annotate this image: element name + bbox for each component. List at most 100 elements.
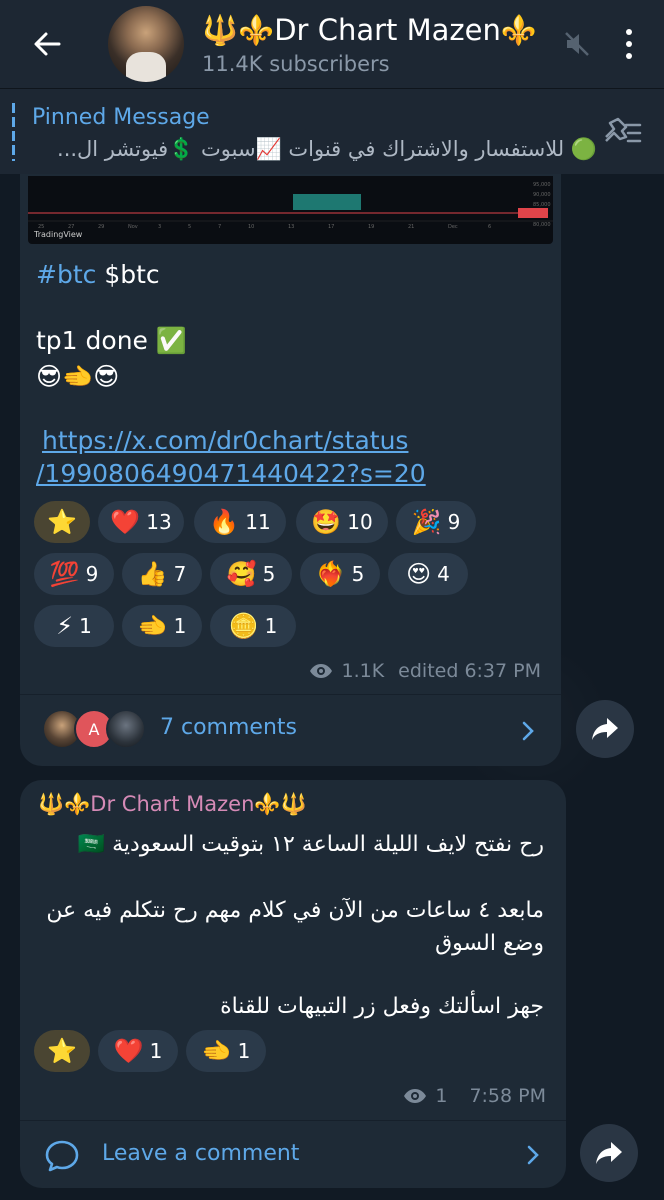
reaction-chip[interactable]: 💯 9 <box>34 553 114 595</box>
reaction-count: 9 <box>85 562 99 586</box>
svg-text:85,000: 85,000 <box>533 202 551 208</box>
hand-icon: 🫲 <box>201 1037 232 1065</box>
reaction-chip[interactable]: ⚡ 1 <box>34 605 114 647</box>
leave-comment-button[interactable]: Leave a comment <box>20 1120 566 1188</box>
reaction-chip[interactable]: 👍 7 <box>122 553 202 595</box>
reaction-chip[interactable]: 😍 4 <box>388 553 468 595</box>
message-bubble[interactable]: 🔱⚜️Dr Chart Mazen⚜️🔱 رح نفتح لايف الليلة… <box>20 780 566 1188</box>
svg-text:17: 17 <box>328 224 334 230</box>
share-arrow-icon <box>596 1142 622 1164</box>
channel-info[interactable]: 🔱⚜️Dr Chart Mazen⚜️🔱 11.4K subscribers <box>202 13 562 76</box>
message-emoji-line: 😎🫲😎 <box>36 362 120 391</box>
leave-comment-label: Leave a comment <box>102 1141 300 1166</box>
reaction-chip[interactable]: 🔥 11 <box>194 501 286 543</box>
share-button[interactable] <box>576 700 634 758</box>
comment-bubble-icon <box>45 1140 79 1172</box>
message-meta: 1 7:58 PM <box>403 1085 546 1107</box>
heart-eyes-icon: 😍 <box>406 560 432 588</box>
smiling-hearts-icon: 🥰 <box>226 560 257 588</box>
tweet-link-cont[interactable]: /1990806490471440422?s=20 <box>36 457 426 490</box>
reaction-count: 11 <box>245 510 271 534</box>
svg-text:29: 29 <box>98 224 104 230</box>
chevron-right-icon <box>527 1145 539 1165</box>
reaction-count: 1 <box>149 1039 163 1063</box>
message-text-line: #btc $btc <box>36 258 160 291</box>
hand-icon: 🫲 <box>137 612 168 640</box>
star-struck-icon: 🤩 <box>311 508 342 536</box>
view-count: 1.1K <box>341 660 385 682</box>
reaction-star[interactable]: ⭐ <box>34 1030 90 1072</box>
sender-name[interactable]: 🔱⚜️Dr Chart Mazen⚜️🔱 <box>38 792 307 817</box>
reaction-chip[interactable]: ❤️ 1 <box>98 1030 178 1072</box>
reaction-chip[interactable]: 🥰 5 <box>210 553 292 595</box>
pinned-label: Pinned Message <box>32 105 210 130</box>
reaction-chip[interactable]: ❤️ 13 <box>98 501 184 543</box>
reaction-count: 10 <box>347 510 373 534</box>
heart-on-fire-icon: ❤️‍🔥 <box>315 560 346 588</box>
reaction-count: 1 <box>264 614 278 638</box>
message-time: 7:58 PM <box>469 1085 546 1107</box>
svg-text:6: 6 <box>488 224 491 230</box>
message-text-line: رح نفتح لايف الليلة الساعة ١٢ بتوقيت الس… <box>77 832 544 857</box>
message-text-line: مابعد ٤ ساعات من الآن في كلام مهم رح نتك… <box>46 898 544 956</box>
svg-text:3: 3 <box>158 224 161 230</box>
pinned-indicator <box>12 103 15 161</box>
reaction-count: 4 <box>437 562 450 586</box>
reaction-count: 1 <box>237 1039 251 1063</box>
fire-icon: 🔥 <box>209 508 240 536</box>
message-text-line: tp1 done ✅ <box>36 326 187 355</box>
star-icon: ⭐ <box>47 508 77 536</box>
message-meta: 1.1K edited 6:37 PM <box>309 660 541 682</box>
reaction-count: 13 <box>146 510 172 534</box>
cashtag-text: $btc <box>104 260 160 289</box>
svg-text:10: 10 <box>248 224 254 230</box>
subscriber-count: 11.4K subscribers <box>202 51 390 76</box>
tweet-link[interactable]: https://x.com/dr0chart/status <box>42 424 408 457</box>
star-icon: ⭐ <box>47 1037 77 1065</box>
reaction-chip[interactable]: 🪙 1 <box>210 605 296 647</box>
reaction-count: 1 <box>79 614 92 638</box>
svg-text:90,000: 90,000 <box>533 192 551 198</box>
svg-text:Dec: Dec <box>448 224 458 230</box>
message-bubble[interactable]: 25 27 29 Nov 3 5 7 10 13 17 19 21 Dec 6 95,000 90,000 8… <box>20 160 561 740</box>
pinned-message-bar[interactable]: Pinned Message 🟢 للاستفسار والاشتراك في … <box>0 88 664 174</box>
reaction-chip[interactable]: 🤩 10 <box>296 501 388 543</box>
chart-image[interactable]: 25 27 29 Nov 3 5 7 10 13 17 19 21 Dec 6 95,000 90,000 8… <box>28 176 553 244</box>
reaction-chip[interactable]: 🎉 9 <box>396 501 476 543</box>
reaction-count: 9 <box>447 510 461 534</box>
share-button[interactable] <box>580 1124 638 1182</box>
arrow-left-icon <box>34 32 61 56</box>
reaction-count: 5 <box>262 562 276 586</box>
chevron-right-icon <box>522 721 534 741</box>
reaction-count: 1 <box>173 614 187 638</box>
hashtag-link[interactable]: #btc <box>36 260 96 289</box>
commenter-avatar <box>106 709 146 749</box>
back-button[interactable] <box>22 19 72 69</box>
comments-count-label: 7 comments <box>160 715 297 740</box>
channel-avatar[interactable] <box>108 6 184 82</box>
reaction-count: 5 <box>351 562 365 586</box>
svg-text:19: 19 <box>368 224 374 230</box>
party-popper-icon: 🎉 <box>411 508 442 536</box>
svg-text:13: 13 <box>288 224 294 230</box>
view-count: 1 <box>435 1085 448 1107</box>
reaction-star[interactable]: ⭐ <box>34 501 90 543</box>
reaction-count: 7 <box>173 562 187 586</box>
edited-time: edited 6:37 PM <box>398 660 541 682</box>
reaction-chip[interactable]: 🫲 1 <box>186 1030 266 1072</box>
comments-button[interactable]: A 7 comments <box>20 694 561 766</box>
share-arrow-icon <box>592 718 618 740</box>
reaction-chip[interactable]: 🫲 1 <box>122 605 202 647</box>
svg-text:21: 21 <box>408 224 414 230</box>
eye-icon <box>404 1089 427 1103</box>
thumbs-up-icon: 👍 <box>137 560 168 588</box>
svg-text:7: 7 <box>218 224 221 230</box>
svg-text:5: 5 <box>188 224 191 230</box>
reaction-chip[interactable]: ❤️‍🔥 5 <box>300 553 380 595</box>
pin-list-icon[interactable] <box>598 111 642 151</box>
message-text-line: جهز اسألتك وفعل زر التبيهات للقناة <box>220 994 544 1019</box>
more-menu-button[interactable] <box>614 24 644 64</box>
lightning-icon: ⚡ <box>56 612 74 640</box>
tradingview-watermark: TradingView <box>34 230 83 239</box>
chat-header: 🔱⚜️Dr Chart Mazen⚜️🔱 11.4K subscribers <box>0 0 664 88</box>
